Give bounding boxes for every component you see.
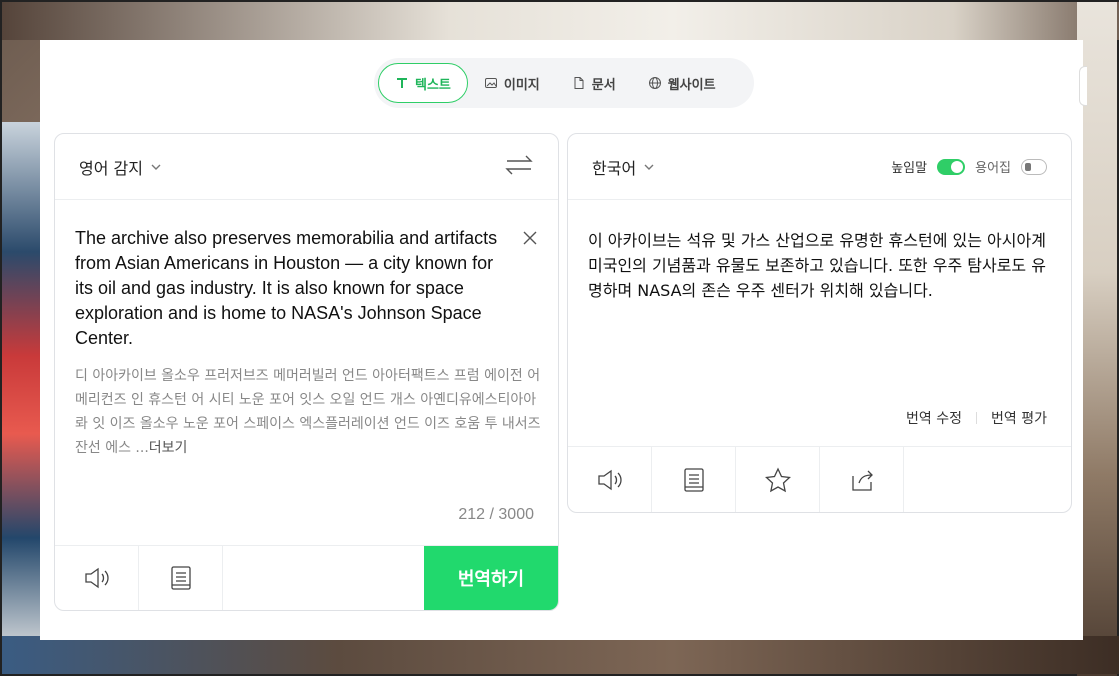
tab-image-label: 이미지 [503,77,540,93]
tab-text-label: 텍스트 [415,77,451,93]
tab-document[interactable]: 문서 [556,63,632,103]
source-card: 영어 감지 The archive also preserves memorab… [54,133,559,611]
tab-text[interactable]: 텍스트 [378,63,468,103]
tab-image[interactable]: 이미지 [468,63,556,103]
dictionary-icon [170,566,191,590]
speaker-icon [597,469,622,490]
chevron-down-icon [644,164,654,170]
dictionary-icon [683,467,704,492]
star-icon [764,466,791,492]
more-link[interactable]: 더보기 [149,440,188,456]
glossary-label: 용어집 [975,161,1011,176]
translation-actions: 번역 수정 번역 평가 [906,408,1047,428]
target-header: 한국어 높임말 용어집 [568,134,1071,200]
tab-document-label: 문서 [591,77,616,93]
character-counter: 212 / 3000 [458,506,534,523]
translation-output: 이 아카이브는 석유 및 가스 산업으로 유명한 휴스턴에 있는 아시아계 미국… [588,231,1046,300]
background-photo-left [2,122,42,642]
source-footer: 번역하기 [55,545,558,610]
tab-website[interactable]: 웹사이트 [632,63,732,103]
target-language-label: 한국어 [592,158,637,178]
honorific-toggle[interactable] [937,158,966,175]
listen-source-button[interactable] [55,546,139,610]
dictionary-target-button[interactable] [652,447,736,512]
speaker-icon [84,567,109,589]
swap-languages-button[interactable] [504,153,534,181]
dictionary-source-button[interactable] [139,546,223,610]
target-card: 한국어 높임말 용어집 이 아카이브는 석유 및 가스 산업으로 유명한 휴스턴… [567,133,1072,513]
divider [976,412,978,424]
source-language-select[interactable]: 영어 감지 [79,155,163,179]
clear-text-button[interactable] [522,230,538,246]
image-icon [484,78,497,88]
share-button[interactable] [820,447,904,512]
globe-icon [648,77,661,89]
document-icon [574,77,584,89]
pronunciation-text: 디 아아카이브 올소우 프러저브즈 메머러빌러 언드 아아터팩트스 프럼 에이전… [75,364,545,460]
mode-tabs: 텍스트 이미지 문서 웹사이트 [374,58,754,108]
target-footer [568,446,1071,512]
listen-target-button[interactable] [568,447,652,512]
source-textarea[interactable]: The archive also preserves memorabilia a… [75,226,515,351]
favorite-button[interactable] [736,447,820,512]
glossary-toggle[interactable] [1021,158,1047,175]
honorific-label: 높임말 [891,161,928,176]
background-photo-top [2,2,1119,40]
side-panel-handle[interactable] [1079,66,1087,106]
share-icon [851,470,873,491]
rate-translation-link[interactable]: 번역 평가 [991,408,1047,428]
target-language-select[interactable]: 한국어 [592,155,656,179]
swap-icon [505,155,533,174]
translator-panel: 텍스트 이미지 문서 웹사이트 영어 감지 The archive also p… [40,40,1087,640]
chevron-down-icon [151,164,161,170]
source-header: 영어 감지 [55,134,558,200]
tab-website-label: 웹사이트 [667,77,716,93]
edit-translation-link[interactable]: 번역 수정 [906,408,962,428]
target-options: 높임말 용어집 [891,157,1047,176]
text-icon [397,78,407,88]
pronunciation-content: 디 아아카이브 올소우 프러저브즈 메머러빌러 언드 아아터팩트스 프럼 에이전… [75,368,541,456]
background-photo-bottom [2,636,1119,674]
close-icon [523,231,537,245]
source-language-label: 영어 감지 [79,158,143,178]
translate-button[interactable]: 번역하기 [424,546,558,610]
